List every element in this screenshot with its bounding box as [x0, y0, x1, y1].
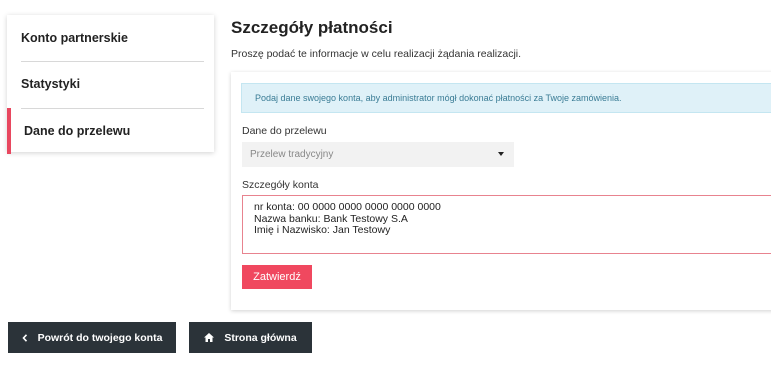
sidebar-item-statystyki[interactable]: Statystyki [7, 61, 214, 107]
sidebar-item-konto-partnerskie[interactable]: Konto partnerskie [7, 15, 214, 61]
account-details-textarea[interactable]: nr konta: 00 0000 0000 0000 0000 0000 Na… [242, 195, 771, 254]
back-to-account-button[interactable]: Powrót do twojego konta [8, 322, 176, 353]
submit-button[interactable]: Zatwierdź [242, 265, 312, 289]
transfer-method-value: Przelew tradycyjny [250, 149, 334, 160]
home-icon [204, 333, 215, 342]
chevron-left-icon [21, 333, 28, 342]
sidebar-item-label: Konto partnerskie [21, 31, 128, 45]
sidebar-item-dane-do-przelewu[interactable]: Dane do przelewu [7, 108, 214, 154]
back-button-label: Powrót do twojego konta [37, 331, 163, 344]
page-subtitle: Proszę podać te informacje w celu realiz… [231, 48, 522, 60]
transfer-method-select[interactable]: Przelew tradycyjny [242, 142, 514, 167]
payment-details-card: Podaj dane swojego konta, aby administra… [231, 72, 771, 310]
home-button-label: Strona główna [224, 331, 297, 344]
home-button[interactable]: Strona główna [189, 322, 312, 353]
page-title: Szczegóły płatności [231, 18, 393, 37]
sidebar: Konto partnerskie Statystyki Dane do prz… [7, 15, 214, 154]
sidebar-item-label: Statystyki [21, 77, 81, 91]
caret-down-icon [498, 152, 504, 156]
sidebar-item-label: Dane do przelewu [24, 124, 131, 138]
transfer-method-label: Dane do przelewu [242, 125, 327, 137]
info-alert: Podaj dane swojego konta, aby administra… [241, 83, 771, 113]
account-details-label: Szczegóły konta [242, 179, 319, 191]
